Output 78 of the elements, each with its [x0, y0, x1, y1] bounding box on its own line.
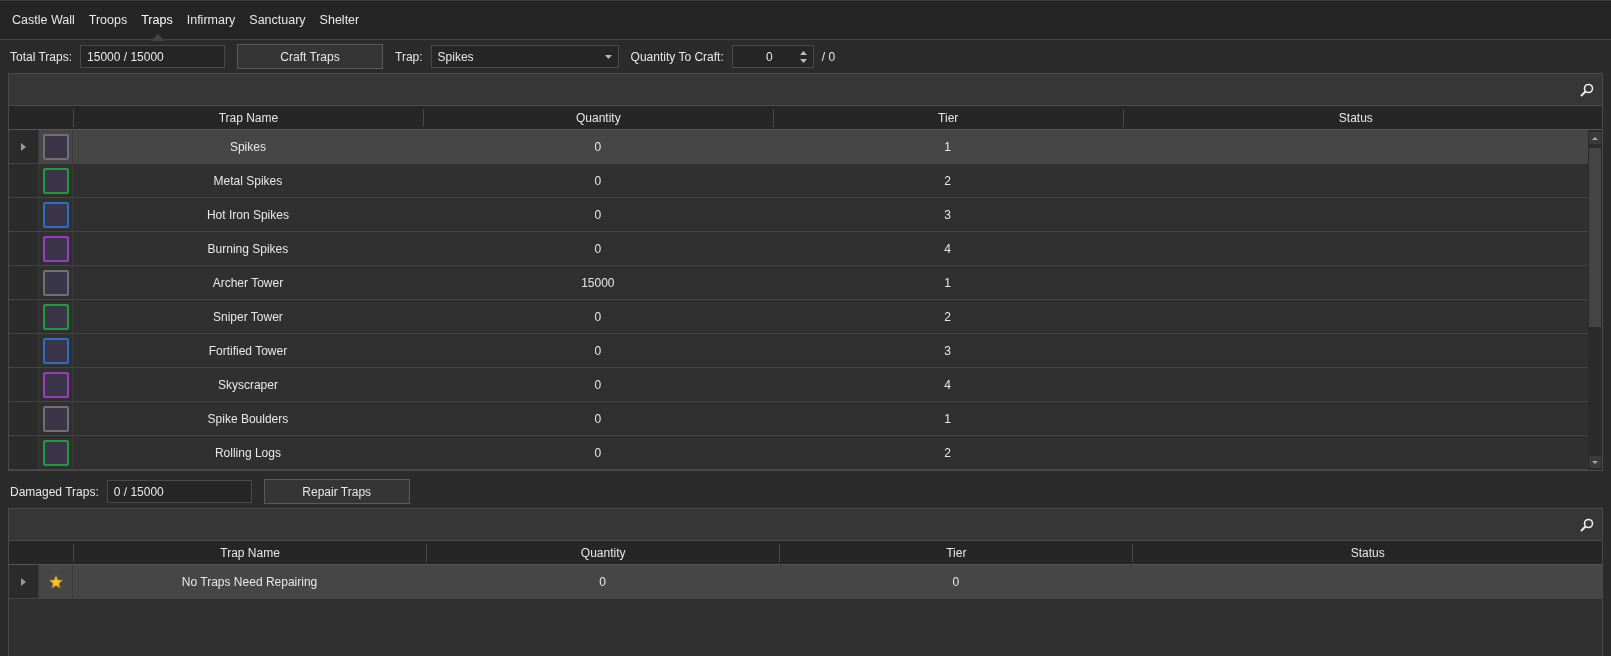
- table-cell-text: 1: [943, 274, 953, 292]
- table-row[interactable]: Spike Boulders 0 1: [9, 402, 1588, 436]
- field-label: Total Traps:: [10, 48, 73, 66]
- row-indicator-icon: [21, 142, 26, 151]
- table-cell-text: Skyscraper: [216, 376, 279, 394]
- table-cell-text: 0: [598, 573, 607, 591]
- table-cell-text: Spikes: [228, 138, 267, 156]
- tab[interactable]: Infirmary: [182, 1, 242, 40]
- craft-traps-button[interactable]: Craft Traps: [237, 44, 384, 69]
- column-header[interactable]: Status: [1132, 543, 1602, 562]
- column-header[interactable]: Quantity: [422, 108, 773, 127]
- table-cell-text: 4: [943, 376, 953, 394]
- table-row[interactable]: Rolling Logs 0 2: [9, 436, 1588, 470]
- trap-dropdown[interactable]: Spikes: [430, 45, 619, 68]
- table-cell-text: 2: [943, 308, 953, 326]
- star-icon: [48, 574, 63, 589]
- table-cell-text: 1: [943, 138, 953, 156]
- total-traps-field[interactable]: 15000 / 15000: [80, 45, 226, 68]
- table-cell-text: No Traps Need Repairing: [180, 573, 319, 591]
- table-cell-text: 0: [593, 172, 603, 190]
- table-cell-text: 0: [951, 573, 961, 591]
- table-cell-text: 3: [943, 206, 953, 224]
- spin-arrows-icon[interactable]: [799, 49, 807, 64]
- table-row[interactable]: Fortified Tower 0 3: [9, 334, 1588, 368]
- column-header[interactable]: Trap Name: [73, 108, 423, 127]
- table-cell-text: Fortified Tower: [207, 342, 289, 360]
- table-row[interactable]: Metal Spikes 0 2: [9, 164, 1588, 198]
- quantity-max: / 0: [821, 48, 836, 66]
- column-header[interactable]: Tier: [779, 543, 1133, 562]
- table-cell-text: 0: [593, 342, 603, 360]
- table-cell-text: 3: [943, 342, 953, 360]
- table-cell-text: 4: [943, 240, 953, 258]
- table-row[interactable]: Spikes 0 1: [9, 130, 1588, 164]
- tab[interactable]: Castle Wall: [8, 1, 81, 40]
- scroll-up-icon[interactable]: [1589, 132, 1601, 144]
- scroll-down-icon[interactable]: [1589, 456, 1601, 468]
- table-cell-text: 0: [593, 240, 603, 258]
- table-cell-text: Burning Spikes: [206, 240, 290, 258]
- table-cell-text: 0: [593, 376, 603, 394]
- table-cell-text: 0: [593, 308, 603, 326]
- table-cell-text: Archer Tower: [211, 274, 285, 292]
- row-indicator-icon: [21, 577, 26, 586]
- table-row[interactable]: Archer Tower 15000 1: [9, 266, 1588, 300]
- table-row[interactable]: Hot Iron Spikes 0 3: [9, 198, 1588, 232]
- table-cell-text: 0: [593, 410, 603, 428]
- caret-icon: [604, 54, 612, 59]
- field-label: Quantity To Craft:: [630, 48, 724, 66]
- table-cell-text: Sniper Tower: [212, 308, 284, 326]
- table-cell-text: 1: [943, 410, 953, 428]
- table-cell-text: 0: [593, 138, 603, 156]
- table-cell-text: Rolling Logs: [213, 444, 282, 462]
- table-row[interactable]: Skyscraper 0 4: [9, 368, 1588, 402]
- table-row[interactable]: Sniper Tower 0 2: [9, 300, 1588, 334]
- table-cell-text: 0: [593, 444, 603, 462]
- tab[interactable]: Troops: [84, 1, 134, 40]
- field-label: Damaged Traps:: [10, 483, 99, 501]
- table-cell-text: 2: [943, 172, 953, 190]
- damaged-traps-field[interactable]: 0 / 15000: [106, 480, 252, 503]
- table-cell-text: Hot Iron Spikes: [205, 206, 290, 224]
- search-icon[interactable]: [1580, 82, 1594, 97]
- column-header[interactable]: Quantity: [426, 543, 780, 562]
- table-cell-text: 0: [593, 206, 603, 224]
- field-label: Trap:: [395, 48, 423, 66]
- table-row[interactable]: No Traps Need Repairing 0 0: [9, 565, 1602, 599]
- column-header[interactable]: Status: [1122, 108, 1588, 127]
- table-cell-text: 2: [943, 444, 953, 462]
- column-header[interactable]: Trap Name: [73, 543, 427, 562]
- tab[interactable]: Sanctuary: [245, 1, 312, 40]
- column-header[interactable]: Tier: [772, 108, 1123, 127]
- table-cell-text: 15000: [580, 274, 616, 292]
- table-cell-text: Metal Spikes: [212, 172, 284, 190]
- table-row[interactable]: Burning Spikes 0 4: [9, 232, 1588, 266]
- scrollbar[interactable]: [1588, 130, 1602, 470]
- repair-traps-button[interactable]: Repair Traps: [263, 479, 410, 504]
- table-cell-text: Spike Boulders: [206, 410, 290, 428]
- quantity-spinner[interactable]: 0: [731, 45, 814, 68]
- search-icon[interactable]: [1580, 517, 1594, 532]
- tab[interactable]: Shelter: [315, 1, 366, 40]
